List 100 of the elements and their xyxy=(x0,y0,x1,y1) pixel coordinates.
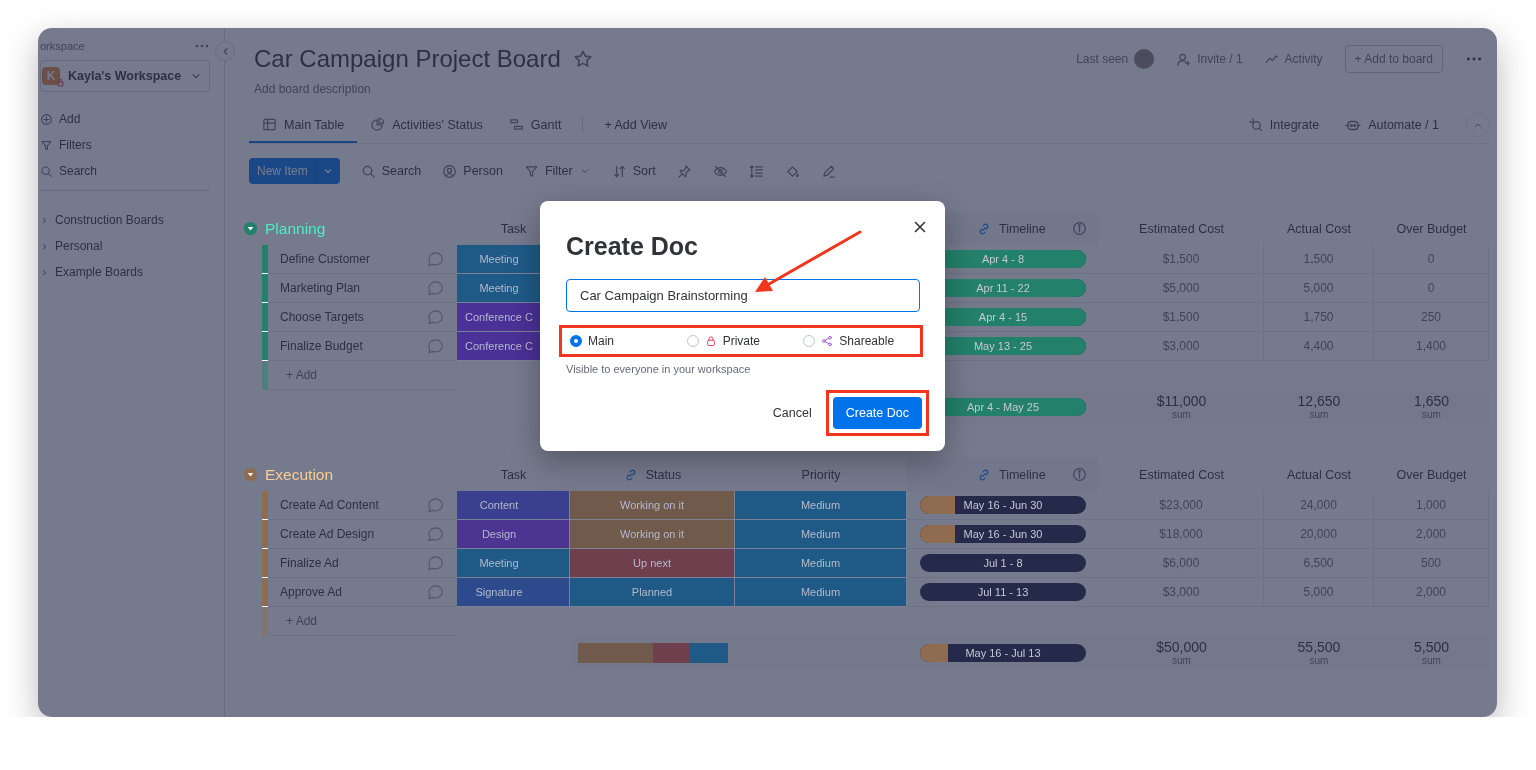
add-icon xyxy=(40,112,53,126)
status-label[interactable]: Up next xyxy=(570,549,735,578)
visibility-hint: Visible to everyone in your workspace xyxy=(566,363,752,375)
doc-name-field[interactable]: Car Campaign Brainstorming xyxy=(566,279,920,312)
task-label[interactable]: Signature xyxy=(457,578,570,607)
search-button[interactable]: Search xyxy=(40,158,98,184)
add-view-button[interactable]: + Add View xyxy=(591,106,681,143)
timeline-label: Jul 1 - 8 xyxy=(983,557,1023,569)
avatar[interactable] xyxy=(1134,49,1155,69)
group-title[interactable]: Planning xyxy=(265,219,326,238)
radio-button[interactable] xyxy=(570,335,582,347)
item-name[interactable]: Define Customer xyxy=(280,252,371,266)
integrate-button[interactable]: Integrate xyxy=(1234,106,1333,143)
search-button[interactable]: Search xyxy=(360,163,422,179)
status-label[interactable]: Working on it xyxy=(570,491,735,520)
priority-label[interactable]: Medium xyxy=(735,520,907,549)
new-item-button[interactable]: New Item xyxy=(249,158,316,184)
create-doc-button[interactable]: Create Doc xyxy=(832,397,922,429)
filter-button[interactable]: Filters xyxy=(40,132,92,158)
eye-slash-icon[interactable] xyxy=(712,163,728,179)
timeline-label: May 16 - Jul 13 xyxy=(965,647,1041,659)
view-tab[interactable]: Gantt xyxy=(495,106,575,143)
comment-icon[interactable] xyxy=(426,496,444,514)
board-folder[interactable]: Construction Boards xyxy=(40,207,164,233)
person-plus-icon xyxy=(1176,51,1192,67)
comment-icon[interactable] xyxy=(426,337,444,355)
automate-button[interactable]: Automate / 1 xyxy=(1332,106,1452,143)
item-name[interactable]: Create Ad Content xyxy=(280,498,379,512)
task-label[interactable]: Design xyxy=(457,520,570,549)
column-header: Status xyxy=(645,467,682,482)
priority-label[interactable]: Medium xyxy=(735,491,907,520)
activity-icon xyxy=(1264,52,1279,66)
collapse-sidebar-button[interactable] xyxy=(215,41,235,61)
collapse-header-button[interactable] xyxy=(1466,112,1490,137)
radio-button[interactable] xyxy=(686,335,699,347)
group-title[interactable]: Execution xyxy=(265,465,334,484)
task-label[interactable]: Content xyxy=(457,491,570,520)
column-header: Actual Cost xyxy=(1287,221,1351,236)
chevron-right-icon xyxy=(40,215,49,225)
chevron-right-icon xyxy=(40,241,49,251)
info-icon xyxy=(1072,221,1087,236)
link-icon xyxy=(977,221,991,236)
person-icon xyxy=(442,163,458,179)
comment-icon[interactable] xyxy=(426,525,444,543)
view-tab[interactable]: Activities' Status xyxy=(357,106,496,143)
row-height-icon[interactable] xyxy=(748,163,764,179)
comment-icon[interactable] xyxy=(426,583,444,601)
column-header: Timeline xyxy=(999,467,1046,482)
info-icon xyxy=(1072,467,1087,482)
column-header: Task xyxy=(500,467,527,482)
paint-bucket-icon[interactable] xyxy=(784,163,800,179)
sum-value: $11,000 xyxy=(1156,394,1207,410)
pin-icon[interactable] xyxy=(676,163,692,179)
board-folder[interactable]: Example Boards xyxy=(40,259,144,285)
timeline-label: Apr 4 - 8 xyxy=(981,253,1025,265)
sort-button[interactable]: Sort xyxy=(611,163,656,179)
item-name[interactable]: Finalize Budget xyxy=(280,339,363,353)
share-icon xyxy=(821,335,834,347)
comment-icon[interactable] xyxy=(426,308,444,326)
task-label[interactable]: Meeting xyxy=(457,549,570,578)
new-item-dropdown[interactable] xyxy=(315,158,340,184)
item-name[interactable]: Finalize Ad xyxy=(280,556,339,570)
view-tab[interactable]: Main Table xyxy=(249,106,358,143)
priority-label[interactable]: Medium xyxy=(735,578,907,607)
item-name[interactable]: Marketing Plan xyxy=(280,281,361,295)
add-button[interactable]: Add xyxy=(40,106,81,132)
item-name[interactable]: Choose Targets xyxy=(280,310,364,324)
board-folder[interactable]: Personal xyxy=(40,233,103,259)
radio-label: Main xyxy=(588,334,614,348)
pie-chart-icon xyxy=(370,117,386,132)
sum-value: $50,000 xyxy=(1156,640,1207,656)
workspace-selector[interactable]: K Kayla's Workspace xyxy=(40,60,210,92)
item-name[interactable]: Approve Ad xyxy=(280,585,343,599)
priority-label[interactable]: Medium xyxy=(735,549,907,578)
sort-icon xyxy=(611,163,627,179)
column-header: Over Budget xyxy=(1396,221,1467,236)
comment-icon[interactable] xyxy=(426,250,444,268)
timeline-label: Apr 4 - 15 xyxy=(978,311,1028,323)
filter-icon xyxy=(523,163,539,179)
pen-icon[interactable] xyxy=(820,163,836,179)
filter-button[interactable]: Filter xyxy=(523,163,591,179)
item-name[interactable]: Create Ad Design xyxy=(280,527,375,541)
status-label[interactable]: Working on it xyxy=(570,520,735,549)
star-icon[interactable] xyxy=(572,49,593,69)
sum-value: 12,650 xyxy=(1297,394,1341,410)
link-icon xyxy=(977,467,991,482)
timeline-label: May 16 - Jun 30 xyxy=(963,499,1043,511)
timeline-label: May 13 - 25 xyxy=(973,340,1033,352)
column-header: Estimated Cost xyxy=(1139,467,1224,482)
column-header: Priority xyxy=(801,467,841,482)
collapse-icon[interactable] xyxy=(243,467,258,482)
cancel-button[interactable]: Cancel xyxy=(772,406,812,420)
comment-icon[interactable] xyxy=(426,554,444,572)
person-button[interactable]: Person xyxy=(442,163,503,179)
status-label[interactable]: Planned xyxy=(570,578,735,607)
collapse-icon[interactable] xyxy=(243,221,258,236)
comment-icon[interactable] xyxy=(426,279,444,297)
search-icon xyxy=(360,163,376,179)
radio-button[interactable] xyxy=(803,335,816,347)
close-button[interactable] xyxy=(912,219,928,235)
